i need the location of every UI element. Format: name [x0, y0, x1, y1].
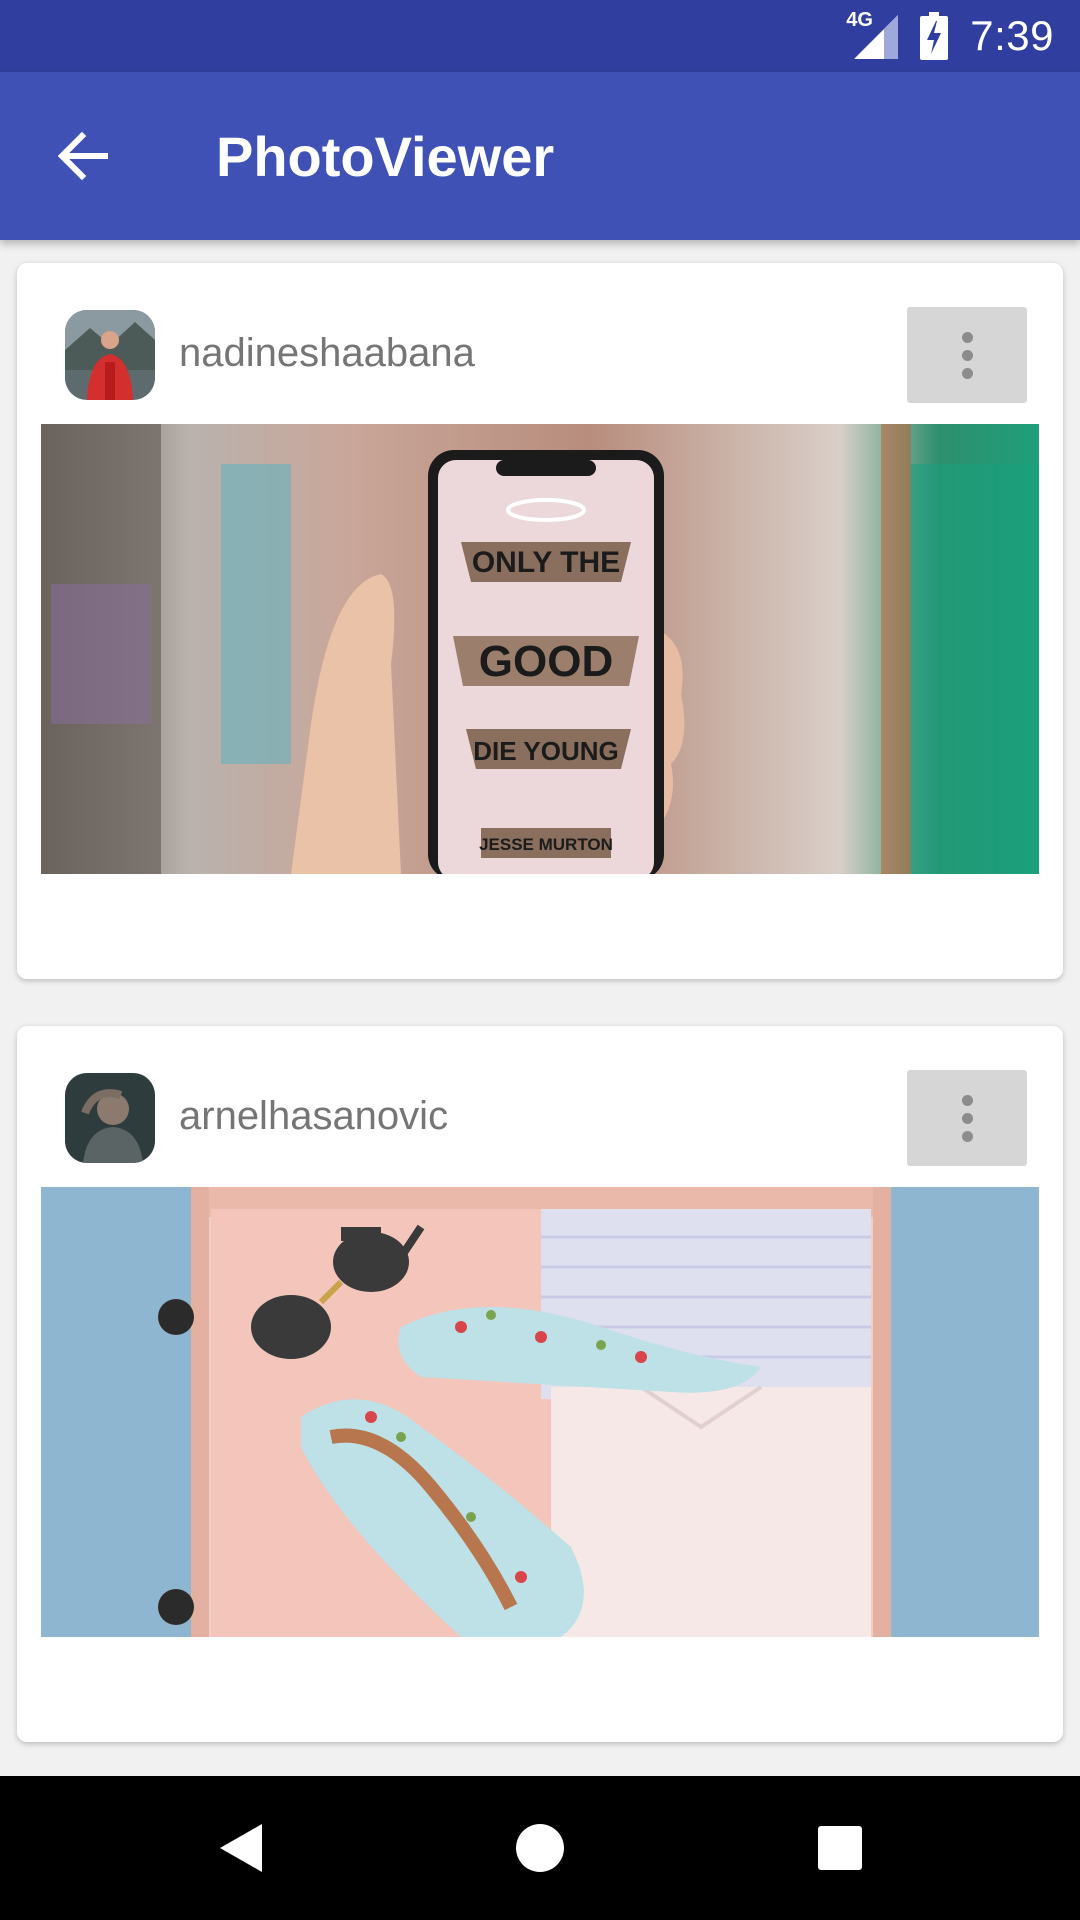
- username[interactable]: nadineshaabana: [179, 331, 475, 376]
- signal-icon: 4G: [846, 9, 899, 59]
- avatar[interactable]: [65, 310, 155, 400]
- back-button[interactable]: [28, 100, 140, 212]
- username[interactable]: arnelhasanovic: [179, 1094, 448, 1139]
- triangle-back-icon: [220, 1824, 262, 1872]
- photo-text: JESSE MURTON: [479, 835, 613, 854]
- app-bar: PhotoViewer: [0, 72, 1080, 240]
- photo-text: DIE YOUNG: [473, 736, 618, 766]
- post-card: nadineshaabana ONLY THE GOOD DIE YOUNG J…: [17, 263, 1063, 979]
- status-time: 7:39: [970, 12, 1054, 59]
- avatar[interactable]: [65, 1073, 155, 1163]
- post-photo[interactable]: ONLY THE GOOD DIE YOUNG JESSE MURTON: [41, 424, 1039, 874]
- more-options-button[interactable]: [907, 1070, 1027, 1166]
- more-options-button[interactable]: [907, 307, 1027, 403]
- page-title: PhotoViewer: [216, 124, 555, 188]
- nav-back-button[interactable]: [180, 1788, 300, 1908]
- photo-feed[interactable]: nadineshaabana ONLY THE GOOD DIE YOUNG J…: [0, 240, 1080, 1776]
- post-photo[interactable]: [41, 1187, 1039, 1637]
- more-vert-icon: [961, 1094, 973, 1106]
- circle-home-icon: [516, 1824, 564, 1872]
- more-vert-icon: [961, 331, 973, 343]
- battery-charging-icon: [920, 12, 949, 60]
- photo-text: GOOD: [479, 637, 613, 686]
- photo-text: ONLY THE: [472, 546, 620, 579]
- nav-home-button[interactable]: [480, 1788, 600, 1908]
- system-navigation-bar: [0, 1776, 1080, 1920]
- status-bar: 4G 7:39: [0, 0, 1080, 72]
- nav-recents-button[interactable]: [780, 1788, 900, 1908]
- arrow-back-icon: [58, 132, 108, 180]
- square-recents-icon: [818, 1826, 862, 1870]
- post-card: arnelhasanovic: [17, 1026, 1063, 1742]
